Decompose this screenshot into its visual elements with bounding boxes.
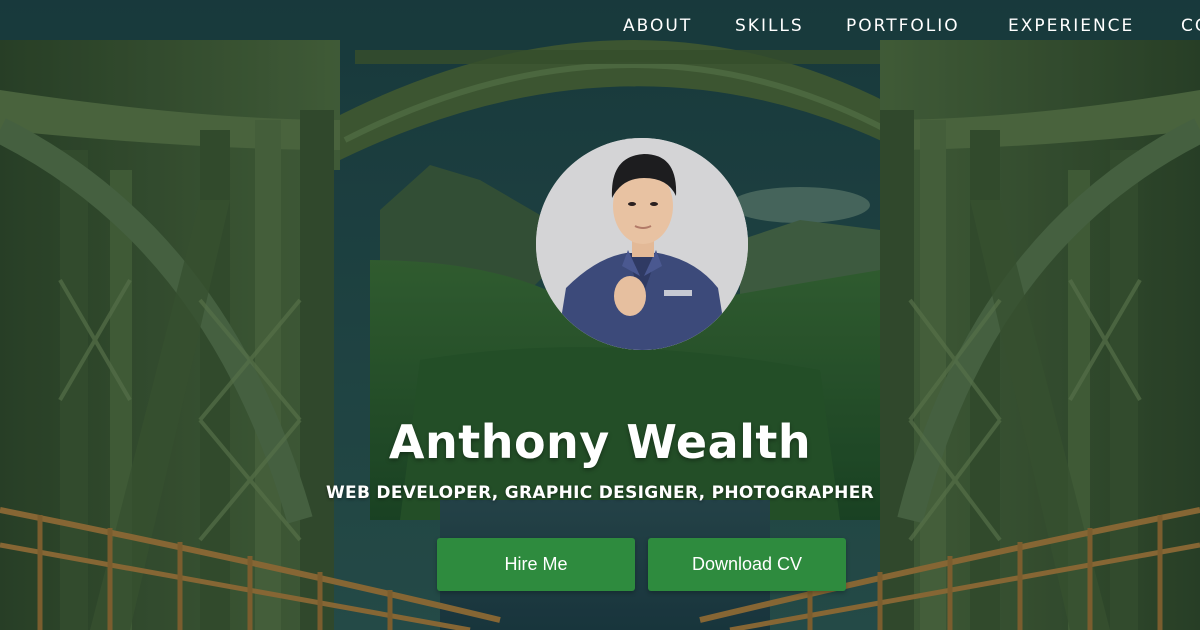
nav-link-portfolio[interactable]: PORTFOLIO [846, 16, 960, 36]
nav-link-skills[interactable]: SKILLS [735, 16, 804, 36]
nav-link-experience[interactable]: EXPERIENCE [1008, 16, 1134, 36]
nav-link-about[interactable]: ABOUT [623, 16, 692, 36]
hire-me-button[interactable]: Hire Me [437, 538, 635, 591]
nav-link-contact[interactable]: CONTACT [1181, 16, 1200, 36]
hero-subtitle: WEB DEVELOPER, GRAPHIC DESIGNER, PHOTOGR… [325, 483, 875, 503]
hero-name: Anthony Wealth [388, 415, 812, 469]
top-navigation: ABOUT SKILLS PORTFOLIO EXPERIENCE CONTAC… [0, 0, 1200, 52]
profile-avatar [536, 138, 748, 350]
download-cv-button[interactable]: Download CV [648, 538, 846, 591]
